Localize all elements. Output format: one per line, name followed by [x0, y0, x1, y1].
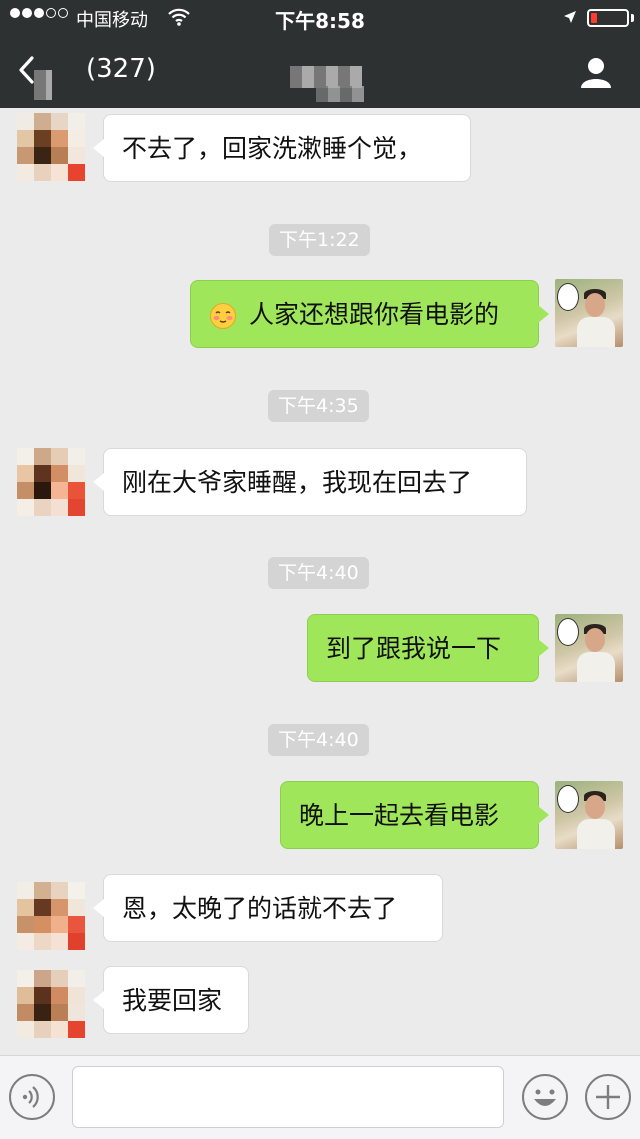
peer-avatar[interactable] — [17, 970, 85, 1038]
timestamp-chip: 下午4:40 — [268, 557, 369, 589]
message-bubble-peer[interactable]: 恩，太晚了的话就不去了 — [93, 874, 443, 942]
redacted-title-block — [290, 66, 362, 88]
status-bar: 中国移动 下午8:58 — [0, 0, 640, 36]
message-bubble-me[interactable]: 晚上一起去看电影 — [280, 781, 549, 849]
message-bubble-peer[interactable]: 刚在大爷家睡醒，我现在回去了 — [93, 448, 527, 516]
location-arrow-icon — [564, 11, 576, 23]
my-avatar[interactable] — [555, 279, 623, 347]
my-avatar[interactable] — [555, 781, 623, 849]
my-avatar[interactable] — [555, 614, 623, 682]
redacted-title-block-2 — [316, 86, 364, 102]
message-text: 人家还想跟你看电影的 — [248, 300, 499, 329]
message-text: 我要回家 — [122, 986, 223, 1015]
peer-avatar[interactable] — [17, 882, 85, 950]
chat-title: (327) — [86, 54, 156, 84]
more-options-plus-icon[interactable] — [584, 1073, 632, 1121]
message-input[interactable] — [72, 1066, 504, 1128]
message-bubble-peer[interactable]: 不去了，回家洗漱睡个觉， — [93, 114, 471, 182]
message-bubble-me[interactable]: 人家还想跟你看电影的 — [190, 280, 549, 348]
message-text: 到了跟我说一下 — [326, 634, 502, 663]
peer-avatar[interactable] — [17, 448, 85, 516]
status-time: 下午8:58 — [275, 9, 365, 33]
chat-header: (327) — [0, 36, 640, 108]
voice-input-icon[interactable] — [8, 1073, 56, 1121]
timestamp-chip: 下午4:40 — [268, 724, 369, 756]
message-text: 刚在大爷家睡醒，我现在回去了 — [122, 468, 473, 497]
chat-area[interactable]: 不去了，回家洗漱睡个觉， 下午1:22 人家还想跟你看电影的 下午4:35 刚在… — [0, 108, 640, 1055]
battery-tip — [631, 14, 634, 22]
message-text: 不去了，回家洗漱睡个觉， — [122, 134, 423, 163]
timestamp-chip: 下午1:22 — [269, 224, 370, 256]
timestamp-chip: 下午4:35 — [268, 390, 369, 422]
profile-icon[interactable] — [578, 54, 614, 90]
message-bubble-peer[interactable]: 我要回家 — [93, 966, 249, 1034]
redacted-name-block — [34, 70, 52, 100]
battery-icon — [587, 9, 629, 27]
input-bar — [0, 1055, 640, 1139]
emoji-button-icon[interactable] — [521, 1073, 569, 1121]
peer-avatar[interactable] — [17, 113, 85, 181]
blushing-face-icon — [210, 303, 236, 329]
message-text: 恩，太晚了的话就不去了 — [122, 894, 398, 923]
message-text: 晚上一起去看电影 — [299, 801, 500, 830]
message-bubble-me[interactable]: 到了跟我说一下 — [307, 614, 549, 682]
